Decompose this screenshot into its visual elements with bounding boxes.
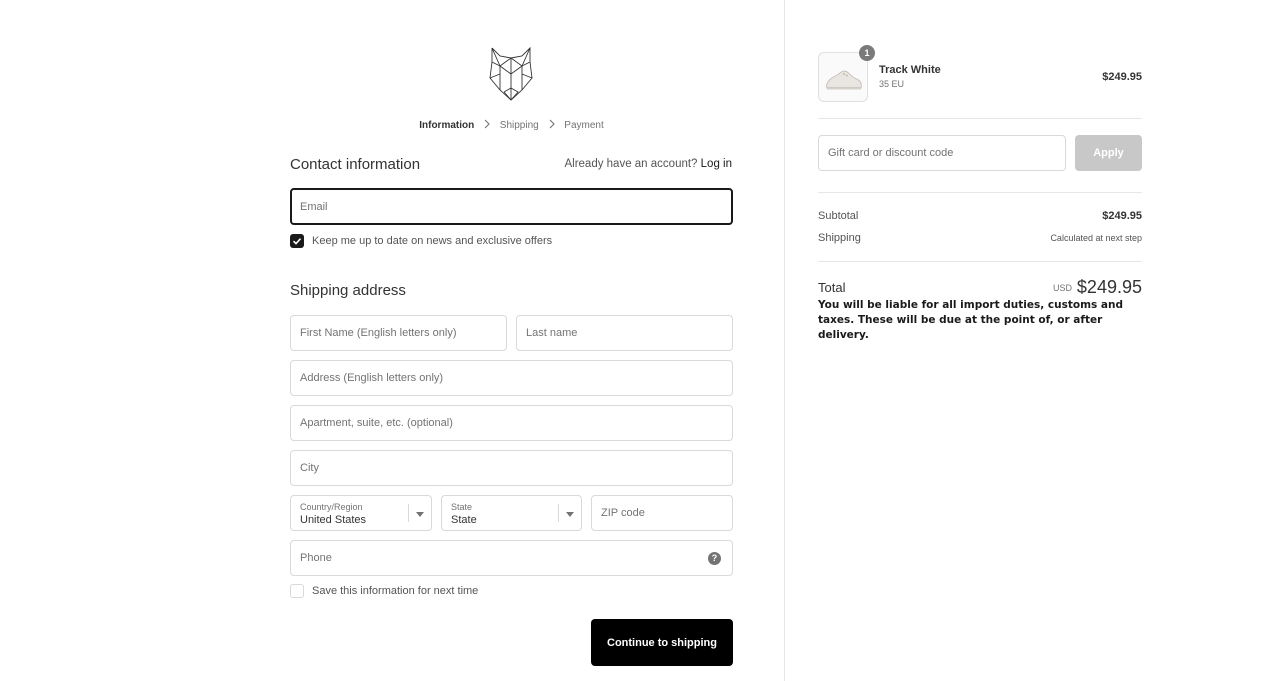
- login-link[interactable]: Log in: [701, 158, 732, 170]
- address-field[interactable]: Address (English letters only): [290, 360, 733, 396]
- country-select[interactable]: Country/Region United States: [290, 495, 432, 531]
- phone-placeholder: Phone: [300, 552, 332, 564]
- help-icon[interactable]: ?: [708, 552, 721, 565]
- order-summary: 1 Track White 35 EU $249.95 Gift card or…: [784, 0, 1280, 681]
- shipping-title: Shipping address: [290, 282, 406, 299]
- duties-note: You will be liable for all import duties…: [818, 299, 1124, 341]
- divider: [818, 192, 1142, 193]
- select-divider: [408, 504, 409, 522]
- first-name-field[interactable]: First Name (English letters only): [290, 315, 507, 351]
- total-amount: $249.95: [1076, 277, 1142, 297]
- zip-field[interactable]: ZIP code: [591, 495, 733, 531]
- account-prompt-text: Already have an account?: [564, 158, 698, 170]
- product-name: Track White: [879, 64, 941, 76]
- discount-code-field[interactable]: Gift card or discount code: [818, 135, 1066, 171]
- sneaker-image-icon: [826, 70, 862, 90]
- first-name-placeholder: First Name (English letters only): [300, 327, 457, 339]
- phone-field[interactable]: Phone ?: [290, 540, 733, 576]
- chevron-right-icon: [549, 119, 555, 129]
- last-name-field[interactable]: Last name: [516, 315, 733, 351]
- product-price: $249.95: [1102, 71, 1142, 83]
- address-placeholder: Address (English letters only): [300, 372, 444, 384]
- chevron-right-icon: [484, 119, 490, 129]
- city-placeholder: City: [300, 462, 319, 474]
- breadcrumb: Information Shipping Payment: [290, 119, 733, 131]
- country-label: Country/Region: [300, 502, 363, 512]
- chevron-down-icon: [566, 512, 574, 517]
- total-label: Total: [818, 280, 846, 295]
- newsletter-row[interactable]: Keep me up to date on news and exclusive…: [290, 234, 552, 248]
- email-field[interactable]: Email: [290, 188, 733, 225]
- checkmark-icon: [292, 238, 302, 245]
- state-label: State: [451, 502, 473, 512]
- newsletter-checkbox[interactable]: [290, 234, 304, 248]
- divider: [818, 118, 1142, 119]
- subtotal-label: Subtotal: [818, 210, 859, 222]
- wolf-logo-icon[interactable]: [486, 44, 536, 104]
- save-info-checkbox[interactable]: [290, 584, 304, 598]
- apartment-placeholder: Apartment, suite, etc. (optional): [300, 417, 453, 429]
- breadcrumb-information: Information: [419, 120, 475, 131]
- product-variant: 35 EU: [879, 79, 905, 89]
- zip-placeholder: ZIP code: [601, 507, 645, 519]
- total-currency: USD: [1052, 283, 1072, 293]
- contact-title: Contact information: [290, 156, 421, 173]
- account-prompt: Already have an account? Log in: [564, 158, 732, 170]
- city-field[interactable]: City: [290, 450, 733, 486]
- newsletter-label: Keep me up to date on news and exclusive…: [312, 235, 553, 247]
- quantity-badge: 1: [859, 45, 875, 61]
- apartment-field[interactable]: Apartment, suite, etc. (optional): [290, 405, 733, 441]
- checkout-main: Information Shipping Payment Contact inf…: [0, 0, 784, 681]
- select-divider: [558, 504, 559, 522]
- apply-discount-button[interactable]: Apply: [1075, 135, 1142, 171]
- email-placeholder: Email: [300, 200, 328, 213]
- subtotal-value: $249.95: [1102, 210, 1142, 222]
- continue-to-shipping-button[interactable]: Continue to shipping: [591, 619, 733, 666]
- save-info-label: Save this information for next time: [312, 585, 479, 597]
- shipping-value: Calculated at next step: [1050, 233, 1142, 243]
- discount-placeholder: Gift card or discount code: [828, 147, 954, 159]
- divider: [818, 261, 1142, 262]
- state-select[interactable]: State State: [441, 495, 582, 531]
- breadcrumb-payment[interactable]: Payment: [564, 120, 603, 131]
- product-thumbnail: [818, 52, 868, 102]
- country-value: United States: [300, 514, 367, 526]
- shipping-label: Shipping: [818, 232, 861, 244]
- breadcrumb-shipping[interactable]: Shipping: [500, 120, 539, 131]
- last-name-placeholder: Last name: [526, 327, 578, 339]
- state-value: State: [451, 514, 477, 526]
- chevron-down-icon: [416, 512, 424, 517]
- save-info-row[interactable]: Save this information for next time: [290, 584, 478, 598]
